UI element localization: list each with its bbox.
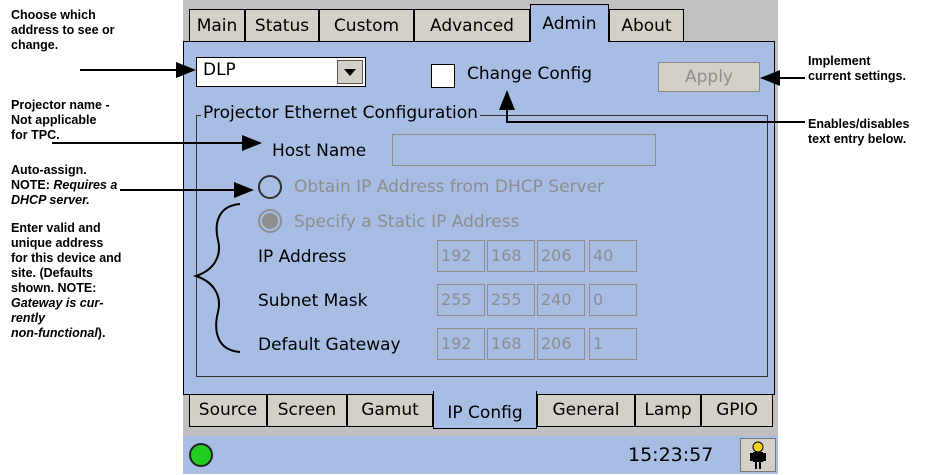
tab-ip-config[interactable]: IP Config (433, 391, 537, 429)
tab-admin[interactable]: Admin (530, 4, 609, 42)
